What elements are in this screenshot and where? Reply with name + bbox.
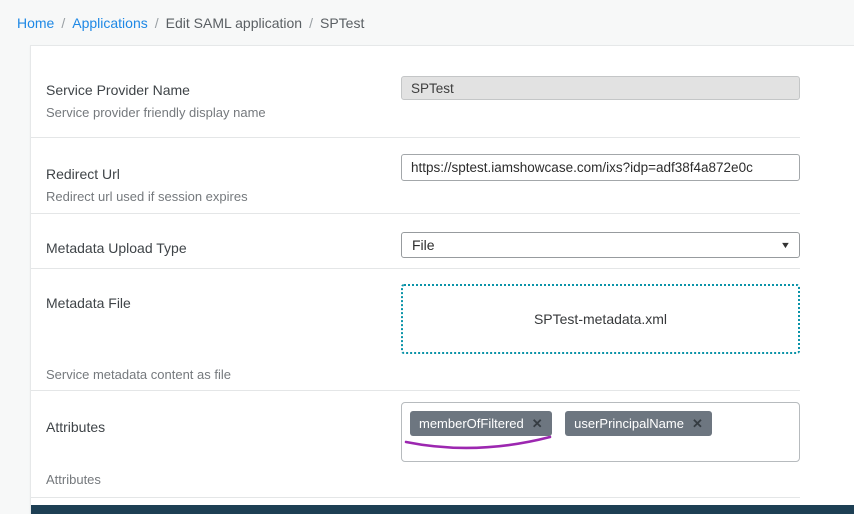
metadata-upload-type-label: Metadata Upload Type xyxy=(46,240,401,256)
redirect-url-helper: Redirect url used if session expires xyxy=(46,189,401,204)
breadcrumb-separator: / xyxy=(61,15,65,31)
breadcrumb-link-applications[interactable]: Applications xyxy=(72,15,148,31)
redirect-url-row: Redirect Url Redirect url used if sessio… xyxy=(31,138,854,213)
bottom-gap xyxy=(31,498,854,505)
attribute-chip[interactable]: userPrincipalName ✕ xyxy=(565,411,712,436)
close-icon[interactable]: ✕ xyxy=(692,417,703,430)
attributes-label: Attributes xyxy=(46,419,401,435)
breadcrumb-link-home[interactable]: Home xyxy=(17,15,54,31)
metadata-upload-type-select[interactable]: File ▼ xyxy=(401,232,800,258)
attribute-chip-label: memberOfFiltered xyxy=(419,416,524,431)
dark-section-top xyxy=(31,505,854,514)
metadata-file-helper: Service metadata content as file xyxy=(46,367,401,382)
attributes-row: Attributes Attributes memberOfFiltered ✕… xyxy=(31,391,854,497)
metadata-upload-type-row: Metadata Upload Type File ▼ xyxy=(31,214,854,268)
breadcrumb: Home / Applications / Edit SAML applicat… xyxy=(0,0,854,45)
attribute-chip[interactable]: memberOfFiltered ✕ xyxy=(410,411,552,436)
service-provider-name-input[interactable] xyxy=(401,76,800,100)
breadcrumb-item-sptest: SPTest xyxy=(320,15,364,31)
redirect-url-label: Redirect Url xyxy=(46,166,401,182)
metadata-file-dropzone[interactable]: SPTest-metadata.xml xyxy=(401,284,800,354)
breadcrumb-separator: / xyxy=(155,15,159,31)
metadata-file-name: SPTest-metadata.xml xyxy=(534,311,667,327)
service-provider-name-label: Service Provider Name xyxy=(46,82,401,98)
purple-underline-annotation xyxy=(402,433,554,457)
breadcrumb-separator: / xyxy=(309,15,313,31)
redirect-url-input[interactable] xyxy=(401,154,800,181)
attributes-input[interactable]: memberOfFiltered ✕ userPrincipalName ✕ xyxy=(401,402,800,462)
service-provider-name-row: Service Provider Name Service provider f… xyxy=(31,46,854,137)
chevron-down-icon: ▼ xyxy=(780,240,791,250)
edit-saml-application-form: Service Provider Name Service provider f… xyxy=(30,45,854,514)
metadata-file-label: Metadata File xyxy=(46,295,401,311)
metadata-upload-type-value: File xyxy=(412,237,435,253)
service-provider-name-helper: Service provider friendly display name xyxy=(46,105,401,120)
close-icon[interactable]: ✕ xyxy=(532,417,543,430)
attribute-chip-label: userPrincipalName xyxy=(574,416,684,431)
attributes-helper: Attributes xyxy=(46,472,401,487)
metadata-file-row: Metadata File Service metadata content a… xyxy=(31,269,854,390)
breadcrumb-item-edit-saml-application: Edit SAML application xyxy=(166,15,302,31)
